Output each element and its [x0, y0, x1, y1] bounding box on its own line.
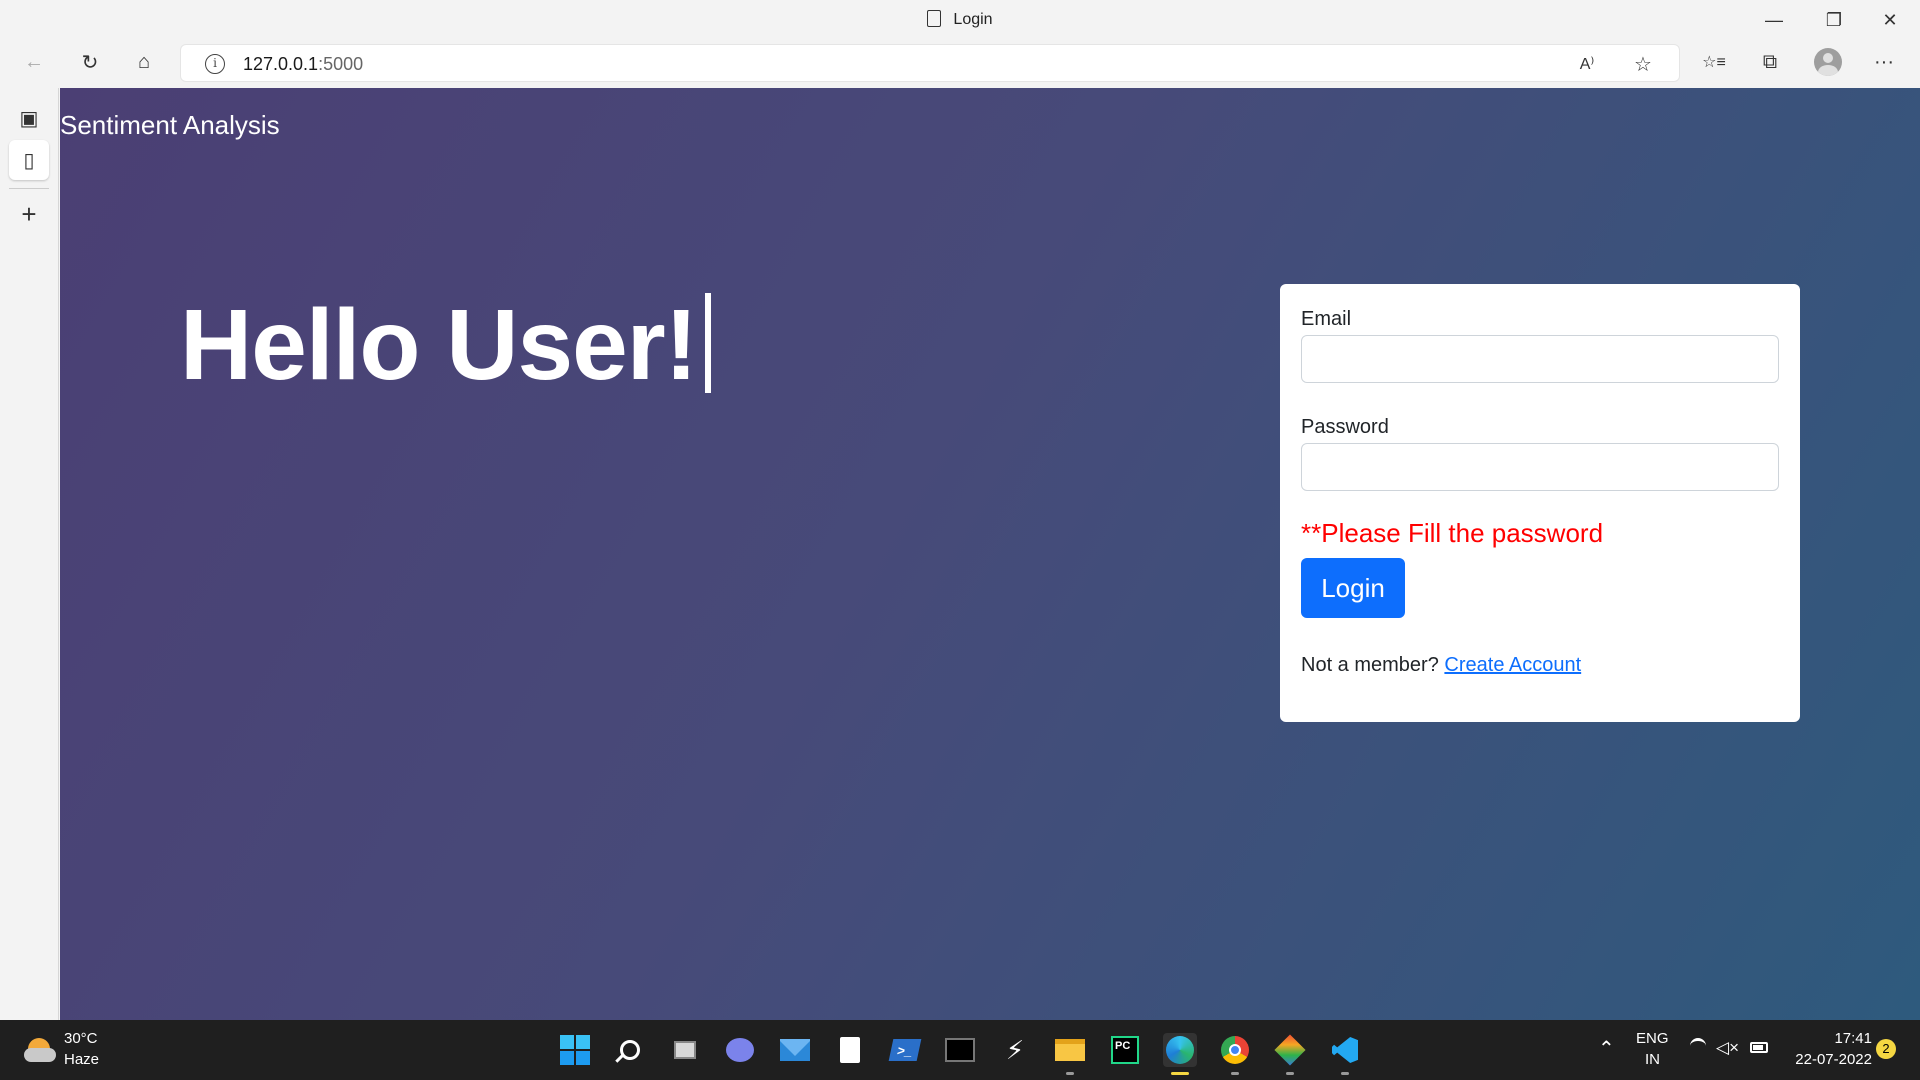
avatar-icon [1814, 48, 1842, 76]
taskbar: 30°C Haze >_ ⚡ PC ⌃ ENG IN ◁× 17:41 22-0… [0, 1020, 1920, 1080]
title-bar: Login — ❐ ✕ [0, 0, 1920, 42]
file-explorer-icon[interactable] [1053, 1033, 1087, 1067]
search-icon[interactable] [613, 1033, 647, 1067]
error-message: **Please Fill the password [1301, 518, 1604, 548]
running-indicator [1231, 1072, 1239, 1075]
minimize-button[interactable]: — [1746, 0, 1802, 40]
email-label: Email [1301, 308, 1352, 330]
task-view-icon[interactable] [668, 1033, 702, 1067]
chrome-icon[interactable] [1218, 1033, 1252, 1067]
window-title: Login [0, 10, 1920, 29]
create-account-link[interactable]: Create Account [1444, 654, 1581, 676]
signup-prompt: Not a member? Create Account [1301, 654, 1581, 677]
active-indicator [1171, 1072, 1189, 1075]
powershell-icon[interactable]: >_ [888, 1033, 922, 1067]
tab-login[interactable]: ▯ [9, 140, 49, 180]
mail-icon[interactable] [778, 1033, 812, 1067]
volume-muted-icon[interactable]: ◁× [1716, 1038, 1739, 1058]
chat-icon[interactable] [723, 1033, 757, 1067]
weather-icon[interactable] [24, 1034, 56, 1066]
collections-icon[interactable]: ⧉ [1752, 44, 1788, 80]
divider [9, 188, 49, 189]
brand-link[interactable]: Sentiment Analysis [60, 110, 280, 141]
vscode-icon[interactable] [1328, 1033, 1362, 1067]
hero-heading-text: Hello User! [180, 289, 698, 401]
chevron-up-icon[interactable]: ⌃ [1598, 1036, 1615, 1061]
more-options-icon[interactable]: ··· [1866, 44, 1902, 80]
weather-desc[interactable]: Haze [64, 1051, 99, 1068]
wifi-icon[interactable] [1690, 1038, 1706, 1054]
notepad-icon[interactable] [833, 1033, 867, 1067]
not-member-text: Not a member? [1301, 654, 1439, 676]
window-title-text: Login [953, 11, 993, 28]
profile-avatar[interactable] [1810, 44, 1846, 80]
address-bar[interactable]: i 127.0.0.1:5000 A⁾ ☆ [180, 44, 1680, 82]
password-label: Password [1301, 416, 1389, 438]
running-indicator [1341, 1072, 1349, 1075]
url-port: :5000 [318, 54, 364, 74]
browser-toolbar: ← ↻ ⌂ i 127.0.0.1:5000 A⁾ ☆ ☆≡ ⧉ ··· [0, 42, 1920, 88]
terminal-icon[interactable] [943, 1033, 977, 1067]
vertical-tabs-sidebar: ▣ ▯ + [0, 88, 59, 1020]
page-content: Sentiment Analysis Hello User! Email Pas… [60, 88, 1920, 1020]
hero-heading: Hello User! [180, 288, 711, 403]
region-indicator[interactable]: IN [1645, 1051, 1660, 1068]
git-icon[interactable] [1273, 1033, 1307, 1067]
url-host: 127.0.0.1 [243, 54, 319, 74]
typing-caret [704, 293, 711, 393]
login-card: Email Password **Please Fill the passwor… [1280, 284, 1800, 722]
battery-icon[interactable] [1750, 1042, 1768, 1053]
running-indicator [1286, 1072, 1294, 1075]
language-indicator[interactable]: ENG [1636, 1030, 1669, 1047]
running-indicator [1066, 1072, 1074, 1075]
home-icon[interactable]: ⌂ [126, 44, 162, 80]
new-tab-icon[interactable]: + [9, 194, 49, 234]
login-button[interactable]: Login [1301, 558, 1405, 618]
tab-actions-icon[interactable]: ▣ [9, 98, 49, 138]
back-icon[interactable]: ← [16, 44, 52, 80]
read-aloud-icon[interactable]: A⁾ [1569, 46, 1605, 82]
clock-time[interactable]: 17:41 [1820, 1030, 1872, 1047]
email-field[interactable] [1301, 335, 1779, 383]
page-icon [927, 10, 942, 27]
weather-temp[interactable]: 30°C [64, 1030, 98, 1047]
favorites-icon[interactable]: ☆≡ [1696, 44, 1732, 80]
url-text[interactable]: 127.0.0.1:5000 [243, 54, 363, 75]
site-info-icon[interactable]: i [205, 54, 225, 74]
notification-badge[interactable]: 2 [1876, 1039, 1896, 1059]
app-icon[interactable]: ⚡ [998, 1033, 1032, 1067]
edge-icon[interactable] [1163, 1033, 1197, 1067]
refresh-icon[interactable]: ↻ [72, 44, 108, 80]
add-favorite-icon[interactable]: ☆ [1625, 46, 1661, 82]
password-field[interactable] [1301, 443, 1779, 491]
page-icon: ▯ [23, 149, 35, 172]
pycharm-icon[interactable]: PC [1108, 1033, 1142, 1067]
windows-start-icon[interactable] [558, 1033, 592, 1067]
close-button[interactable]: ✕ [1862, 0, 1918, 40]
restore-button[interactable]: ❐ [1806, 0, 1862, 40]
clock-date[interactable]: 22-07-2022 [1786, 1051, 1872, 1068]
